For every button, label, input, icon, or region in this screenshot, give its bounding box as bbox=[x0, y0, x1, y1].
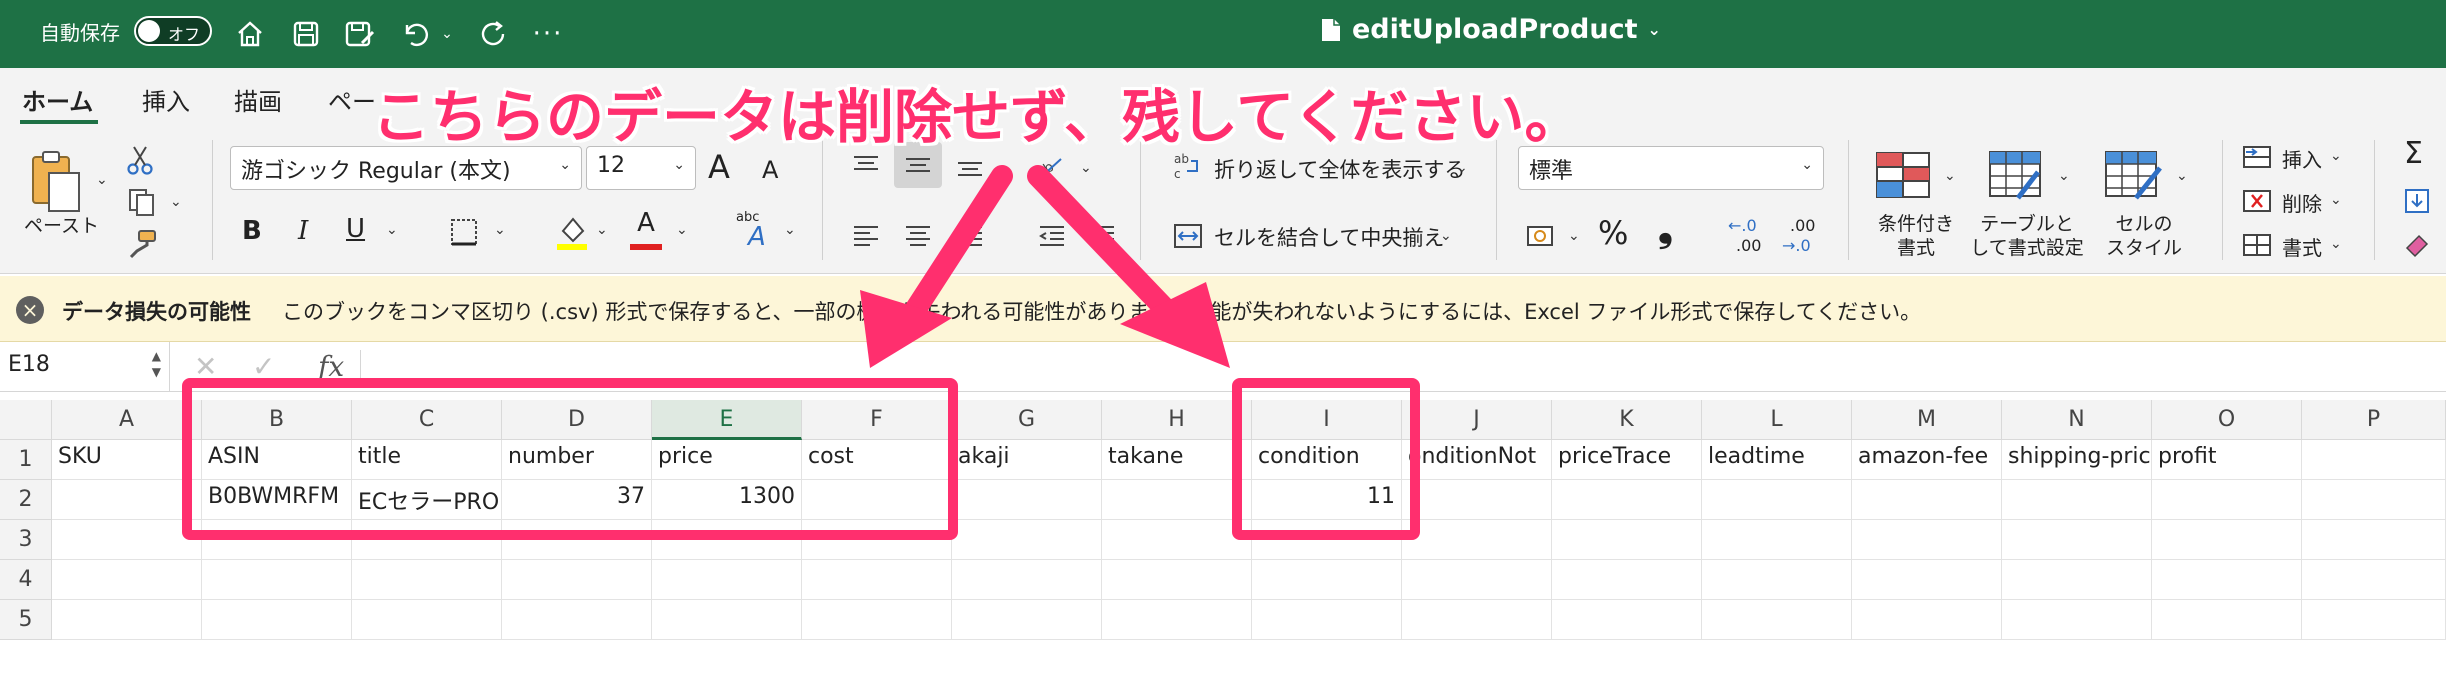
annotation-callout: こちらのデータは削除せず、残してください。 bbox=[372, 83, 1583, 151]
arrow-right-shaft bbox=[1027, 165, 1181, 325]
arrow-left-head bbox=[860, 290, 952, 368]
arrow-left-shaft bbox=[899, 165, 1013, 329]
arrow-right-head bbox=[1120, 282, 1230, 368]
